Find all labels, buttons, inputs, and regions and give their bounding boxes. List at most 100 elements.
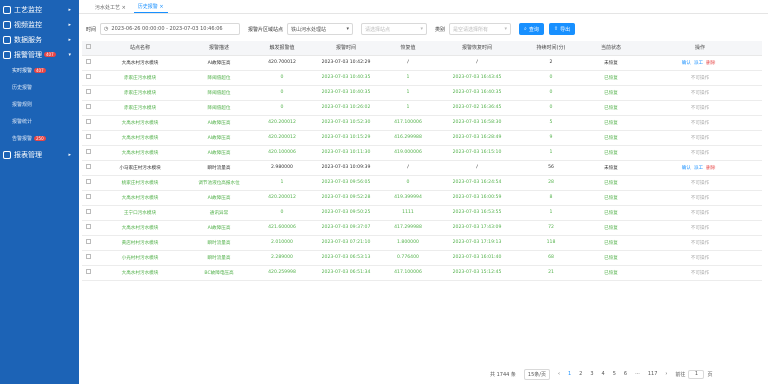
search-button[interactable]: ⌕ 查询 bbox=[519, 23, 544, 35]
table-cell: 68 bbox=[518, 250, 584, 266]
sidebar-item-process[interactable]: 工艺监控 ▸ bbox=[0, 2, 79, 17]
row-checkbox[interactable] bbox=[85, 269, 91, 274]
table-cell: 419.399994 bbox=[380, 190, 436, 206]
sidebar-sub-warn[interactable]: 告警报警 250 bbox=[0, 130, 79, 147]
page-last[interactable]: 117 bbox=[648, 371, 658, 377]
sidebar-sub-rules[interactable]: 报警规则 bbox=[0, 96, 79, 113]
table-cell: 已恢复 bbox=[584, 85, 638, 101]
confirm-action[interactable]: 确认 bbox=[682, 61, 691, 66]
table-cell: 2023-07-03 16:58:30 bbox=[436, 115, 518, 131]
row-checkbox[interactable] bbox=[85, 239, 91, 244]
page-ellipsis[interactable]: ··· bbox=[635, 371, 640, 377]
table-row[interactable]: 大禹水村污水模块 AI故障压高 421.600006 2023-07-03 09:37… bbox=[82, 220, 762, 236]
row-checkbox[interactable] bbox=[85, 134, 91, 139]
page-3[interactable]: 3 bbox=[590, 371, 593, 377]
row-checkbox-cell bbox=[82, 190, 94, 206]
table-cell: 56 bbox=[518, 160, 584, 176]
table-row[interactable]: 黄店村村污水模块 瞬时流量高 2.010000 2023-07-03 07:21:10… bbox=[82, 235, 762, 251]
dispatch-action[interactable]: 派工 bbox=[694, 61, 703, 66]
table-row[interactable]: 小光村村污水模块 瞬时流量高 2.289000 2023-07-03 06:53:13… bbox=[82, 250, 762, 266]
table-cell: 大禹水村污水模块 bbox=[94, 145, 186, 161]
table-row[interactable]: 赤家庄污水模块 降阈值超位 0 2023-07-03 10:40:35 1 2023-07… bbox=[82, 85, 762, 101]
row-checkbox-cell bbox=[82, 160, 94, 176]
table-row[interactable]: 赤家庄污水模块 降阈值超位 0 2023-07-03 10:40:35 1 2023-07… bbox=[82, 70, 762, 86]
table-row[interactable]: 小马家庄村污水模块 瞬时流量高 2.980000 2023-07-03 10:09:3… bbox=[82, 160, 762, 176]
table-cell: 419.000006 bbox=[380, 145, 436, 161]
sidebar-sub-realtime[interactable]: 实时报警 407 bbox=[0, 62, 79, 79]
row-checkbox-cell bbox=[82, 130, 94, 146]
dispatch-action[interactable]: 派工 bbox=[694, 166, 703, 171]
next-page-icon[interactable]: › bbox=[665, 371, 667, 377]
prev-page-icon[interactable]: ‹ bbox=[558, 371, 560, 377]
sub-label: 告警报警 bbox=[12, 136, 33, 142]
table-row[interactable]: 大禹水村污水模块 AI故障压高 420.200012 2023-07-03 10:15… bbox=[82, 130, 762, 146]
sidebar-sub-stats[interactable]: 报警统计 bbox=[0, 113, 79, 130]
table-cell: / bbox=[436, 160, 518, 176]
select-all-checkbox[interactable] bbox=[85, 44, 91, 50]
page-size-select[interactable]: 15条/页 bbox=[523, 368, 550, 380]
table-cell: 420.200012 bbox=[252, 130, 312, 146]
no-action-label: 不可操作 bbox=[690, 210, 710, 216]
confirm-action[interactable]: 确认 bbox=[682, 166, 691, 171]
table-row[interactable]: 大禹水村污水模块 AI故障压高 420.200012 2023-07-03 09:52… bbox=[82, 190, 762, 206]
table-cell: 2023-07-03 16:15:10 bbox=[436, 145, 518, 161]
type-select[interactable]: 是空请选择所有 ▾ bbox=[449, 23, 512, 35]
table-cell: 2.289000 bbox=[252, 250, 312, 266]
sidebar-item-video[interactable]: 视频监控 ▸ bbox=[0, 17, 79, 32]
export-button[interactable]: ⇪ 导出 bbox=[548, 23, 576, 35]
table-cell: 1111 bbox=[380, 205, 436, 221]
table-cell: 已恢复 bbox=[584, 235, 638, 251]
row-checkbox[interactable] bbox=[85, 179, 91, 184]
chevron-right-icon: ▸ bbox=[68, 151, 71, 158]
total-count: 共 1744 条 bbox=[490, 371, 516, 378]
area-select[interactable]: 铁山河水处理站 ▾ bbox=[287, 23, 354, 35]
sidebar-item-alarm[interactable]: 报警管理 407 ▾ bbox=[0, 47, 79, 62]
row-checkbox[interactable] bbox=[85, 89, 91, 94]
warn-badge: 250 bbox=[34, 136, 46, 141]
table-row[interactable]: 大禹水村污水模块 AI故障压高 420.700012 2023-07-03 10:42… bbox=[82, 55, 762, 71]
table-cell: 大禹水村污水模块 bbox=[94, 115, 186, 131]
table-cell: 2023-07-03 09:50:25 bbox=[312, 205, 380, 221]
export-icon: ⇪ bbox=[553, 26, 559, 32]
table-cell: 赤家庄污水模块 bbox=[94, 100, 186, 116]
time-range-picker[interactable]: ◷ 2023-06-26 00:00:00 - 2023-07-03 10:46:… bbox=[100, 23, 241, 35]
row-checkbox[interactable] bbox=[85, 209, 91, 214]
row-checkbox[interactable] bbox=[85, 149, 91, 154]
row-checkbox[interactable] bbox=[85, 104, 91, 109]
table-row[interactable]: 大禹水村污水模块 BC故障电压高 420.259998 2023-07-03 06:5… bbox=[82, 265, 762, 281]
table-cell: 大禹水村污水模块 bbox=[94, 130, 186, 146]
table-cell: 1 bbox=[252, 175, 312, 191]
page-2[interactable]: 2 bbox=[579, 371, 582, 377]
page-6[interactable]: 6 bbox=[624, 371, 627, 377]
table-cell: 已恢复 bbox=[584, 250, 638, 266]
table-cell: 已恢复 bbox=[584, 100, 638, 116]
sidebar-item-data[interactable]: 数据服务 ▸ bbox=[0, 32, 79, 47]
delete-action[interactable]: 删除 bbox=[706, 166, 715, 171]
table-row[interactable]: 桃家庄村污水模块 调节池液位高报水位 1 2023-07-03 09:56:05 0 20… bbox=[82, 175, 762, 191]
table-cell: 2023-07-03 16:43:45 bbox=[436, 70, 518, 86]
row-checkbox[interactable] bbox=[85, 254, 91, 259]
row-checkbox[interactable] bbox=[85, 74, 91, 79]
row-checkbox-cell bbox=[82, 235, 94, 251]
row-checkbox[interactable] bbox=[85, 224, 91, 229]
row-checkbox[interactable] bbox=[85, 119, 91, 124]
page-5[interactable]: 5 bbox=[613, 371, 616, 377]
page-1[interactable]: 1 bbox=[568, 371, 571, 377]
table-row[interactable]: 大禹水村污水模块 AI故障压高 420.200012 2023-07-03 10:52… bbox=[82, 115, 762, 131]
row-checkbox[interactable] bbox=[85, 59, 91, 64]
no-action-label: 不可操作 bbox=[690, 120, 710, 126]
goto-page-input[interactable]: 1 bbox=[688, 369, 705, 379]
page-4[interactable]: 4 bbox=[602, 371, 605, 377]
table-row[interactable]: 大禹水村污水模块 AI故障压高 420.100006 2023-07-03 10:11… bbox=[82, 145, 762, 161]
row-checkbox[interactable] bbox=[85, 164, 91, 169]
table-cell: 瞬时流量高 bbox=[186, 235, 252, 251]
row-checkbox[interactable] bbox=[85, 194, 91, 199]
tab-process[interactable]: 污水处工艺 × bbox=[91, 4, 130, 13]
sidebar-sub-history[interactable]: 历史报警 bbox=[0, 79, 79, 96]
delete-action[interactable]: 删除 bbox=[706, 61, 715, 66]
tab-history-alarm[interactable]: 历史报警 × bbox=[133, 3, 168, 13]
sidebar-item-report[interactable]: 报表管理 ▸ bbox=[0, 147, 79, 162]
table-row[interactable]: 王宁口污水模块 通讯异常 0 2023-07-03 09:50:25 1111 2023-… bbox=[82, 205, 762, 221]
site-select[interactable]: 请选择站点 ▾ bbox=[361, 23, 428, 35]
table-row[interactable]: 赤家庄污水模块 降阈值超位 0 2023-07-03 10:26:02 1 2023-07… bbox=[82, 100, 762, 116]
